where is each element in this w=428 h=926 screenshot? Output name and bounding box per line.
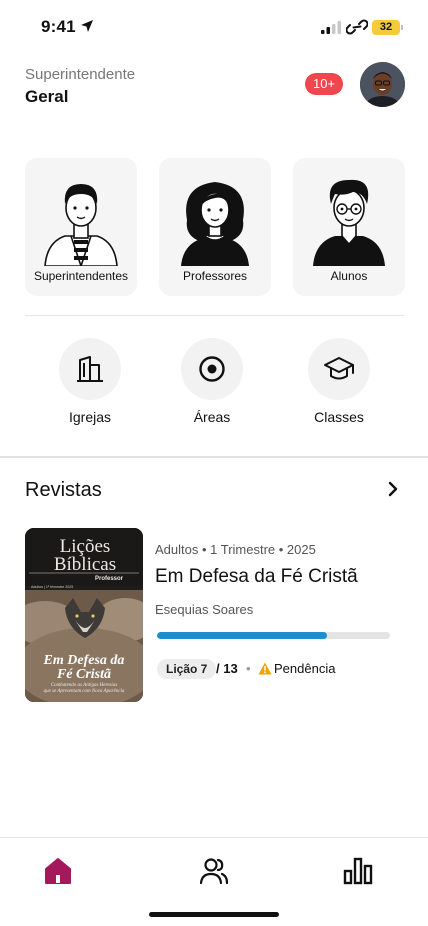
magazine-cover[interactable]: Lições Bíblicas Professor Adultos | 1º t… [25,528,143,702]
dot-separator: • [246,661,251,676]
magazine-author: Esequias Soares [155,602,254,617]
role-card-label: Alunos [330,269,368,283]
status-time: 9:41 [41,17,76,36]
role-card-professores[interactable]: Professores [159,158,271,296]
magazine-meta: Adultos • 1 Trimestre • 2025 [155,542,316,557]
target-icon [199,356,225,382]
cover-meta: Adultos | 1º trimestre 2025 [31,585,73,589]
shortcut-circle [308,338,370,400]
cover-subject-line1: Em Defesa da [43,653,125,668]
battery-indicator: 32 [372,20,400,35]
cover-edition: Professor [95,576,124,582]
status-bar: 9:41 32 [0,0,428,54]
notifications-badge[interactable]: 10+ [305,73,343,95]
shortcut-circle [181,338,243,400]
section-divider [0,456,428,458]
avatar-portrait-icon [360,62,405,107]
magazine-cover-art: Lições Bíblicas Professor Adultos | 1º t… [25,528,143,702]
role-card-label: Professores [182,269,248,283]
location-arrow-icon [81,20,93,32]
chevron-right-icon[interactable] [384,480,402,498]
role-name: Geral [25,87,69,106]
role-card-superintendentes[interactable]: Superintendentes [25,158,137,296]
avatar[interactable] [360,62,405,107]
student-illustration-icon [313,179,385,266]
nav-home[interactable] [43,856,73,886]
cover-title-line2: Bíblicas [54,554,116,575]
nav-people[interactable] [199,856,229,886]
shortcut-label: Áreas [193,409,231,425]
superintendent-illustration-icon [44,184,118,266]
nav-divider [0,837,428,838]
shortcut-label: Classes [314,409,364,425]
role-card-label: Superintendentes [33,269,129,283]
shortcut-areas[interactable]: Áreas [167,338,257,428]
nav-reports[interactable] [343,856,373,886]
cover-tagline-line1: Combatendo as Antigas Heresias [51,683,118,688]
magazine-title[interactable]: Em Defesa da Fé Cristã [155,566,358,588]
link-icon [346,19,368,35]
graduation-cap-icon [324,357,354,380]
users-icon [199,858,229,885]
shortcut-label: Igrejas [68,409,112,425]
shortcut-circle [59,338,121,400]
progress-fill [157,632,328,639]
shortcut-igrejas[interactable]: Igrejas [45,338,135,428]
role-label: Superintendente [25,66,136,83]
cover-subject-line2: Fé Cristã [56,667,111,682]
teacher-illustration-icon [181,182,249,266]
warning-icon [258,662,272,675]
battery-tip [401,25,403,30]
building-icon [77,356,103,382]
cover-tagline-line2: que se Apresentam com Nova Aparência [44,689,125,694]
cellular-signal-icon [321,21,341,34]
shortcut-classes[interactable]: Classes [294,338,384,428]
role-card-alunos[interactable]: Alunos [293,158,405,296]
lesson-total: / 13 [216,661,238,676]
progress-bar [157,632,390,639]
section-title: Revistas [25,479,102,501]
home-indicator [149,912,279,917]
divider [25,315,404,316]
lesson-badge[interactable]: Lição 7 [157,659,217,679]
pending-label[interactable]: Pendência [274,661,335,676]
bar-chart-icon [343,857,373,885]
home-icon [45,858,71,884]
